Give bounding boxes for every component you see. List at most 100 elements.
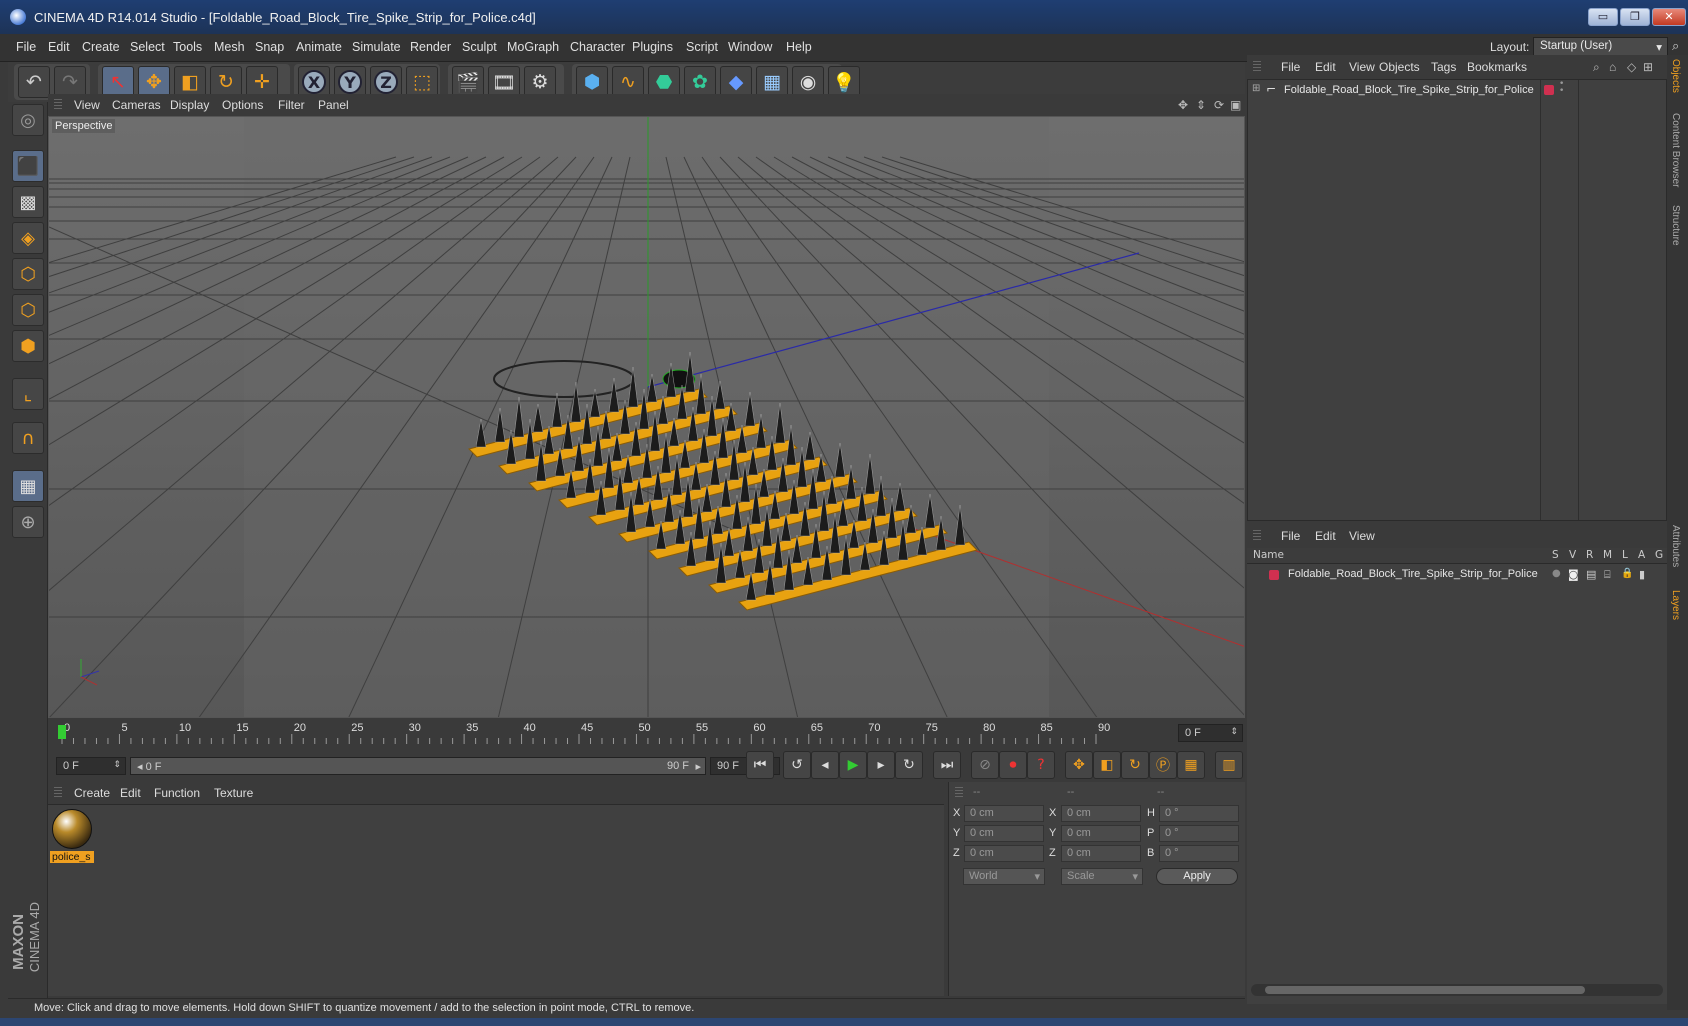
key-scale-icon[interactable]: ◧ bbox=[1093, 751, 1121, 779]
rot-p-field[interactable]: 0 ° bbox=[1159, 825, 1239, 842]
menu-window[interactable]: Window bbox=[728, 40, 772, 54]
viewport-menu-options[interactable]: Options bbox=[222, 98, 263, 112]
key-pla-icon[interactable]: ▦ bbox=[1177, 751, 1205, 779]
menu-mograph[interactable]: MoGraph bbox=[507, 40, 559, 54]
key-position-icon[interactable]: ✥ bbox=[1065, 751, 1093, 779]
layers-menu-view[interactable]: View bbox=[1349, 529, 1375, 543]
play-icon[interactable]: ▶ bbox=[839, 751, 867, 779]
viewport-menu-view[interactable]: View bbox=[74, 98, 100, 112]
tweak-mode-icon[interactable]: ∩ bbox=[12, 422, 44, 454]
menu-mesh[interactable]: Mesh bbox=[214, 40, 245, 54]
material-menu-create[interactable]: Create bbox=[74, 786, 110, 800]
rot-b-field[interactable]: 0 ° bbox=[1159, 845, 1239, 862]
workplane-mode-icon[interactable]: ◈ bbox=[12, 222, 44, 254]
viewport-menu-display[interactable]: Display bbox=[170, 98, 209, 112]
next-key-icon[interactable]: ↻ bbox=[895, 751, 923, 779]
back-icon[interactable]: ◇ bbox=[1627, 60, 1636, 74]
menu-create[interactable]: Create bbox=[82, 40, 120, 54]
timeline-ruler[interactable]: 0 5 10 15 20 25 30 35 40 45 50 55 60 65 70 75 80 85 90 0 F… bbox=[48, 722, 1245, 746]
search-icon[interactable]: ⌕ bbox=[1672, 39, 1679, 54]
timeline-window-icon[interactable]: ▥ bbox=[1215, 751, 1243, 779]
menu-select[interactable]: Select bbox=[130, 40, 165, 54]
menu-animate[interactable]: Animate bbox=[296, 40, 342, 54]
menu-snap[interactable]: Snap bbox=[255, 40, 284, 54]
layer-name[interactable]: Foldable_Road_Block_Tire_Spike_Strip_for… bbox=[1288, 568, 1538, 580]
close-button[interactable]: ✕ bbox=[1652, 8, 1686, 26]
horizontal-scrollbar[interactable] bbox=[1251, 984, 1663, 996]
autokey-icon[interactable]: ⏺ bbox=[999, 751, 1027, 779]
playhead[interactable] bbox=[58, 725, 66, 739]
material-police-s[interactable]: police_s bbox=[50, 807, 94, 867]
expand-icon[interactable]: ⊞ bbox=[1252, 83, 1260, 94]
menu-character[interactable]: Character bbox=[570, 40, 625, 54]
pos-z-field[interactable]: 0 cm bbox=[964, 845, 1044, 862]
material-menu-texture[interactable]: Texture bbox=[214, 786, 253, 800]
animation-toggle-icon[interactable]: ▮ bbox=[1639, 568, 1645, 581]
manager-toggle-icon[interactable]: ⌸ bbox=[1604, 568, 1611, 582]
key-rotation-icon[interactable]: ↻ bbox=[1121, 751, 1149, 779]
layer-color-swatch[interactable] bbox=[1544, 85, 1554, 95]
layer-row[interactable]: Foldable_Road_Block_Tire_Spike_Strip_for… bbox=[1247, 566, 1667, 584]
viewport-menu-panel[interactable]: Panel bbox=[318, 98, 349, 112]
previous-key-icon[interactable]: ↺ bbox=[783, 751, 811, 779]
pos-y-field[interactable]: 0 cm bbox=[964, 825, 1044, 842]
object-name[interactable]: Foldable_Road_Block_Tire_Spike_Strip_for… bbox=[1284, 84, 1534, 96]
size-z-field[interactable]: 0 cm bbox=[1061, 845, 1141, 862]
render-toggle-icon[interactable]: ▤ bbox=[1586, 568, 1596, 581]
lock-toggle-icon[interactable]: 🔒 bbox=[1621, 568, 1633, 579]
locked-workplane-icon[interactable]: ⊕ bbox=[12, 506, 44, 538]
material-menu-edit[interactable]: Edit bbox=[120, 786, 141, 800]
objects-menu-bookmarks[interactable]: Bookmarks bbox=[1467, 60, 1527, 74]
scale-mode-select[interactable]: Scale ▾ bbox=[1061, 868, 1143, 885]
view-toggle-icon[interactable]: ◙ bbox=[1568, 568, 1579, 581]
points-mode-icon[interactable]: ⬡ bbox=[12, 258, 44, 290]
minimize-button[interactable]: ▭ bbox=[1588, 8, 1618, 26]
layer-color-swatch[interactable] bbox=[1269, 570, 1279, 580]
polygons-mode-icon[interactable]: ⬢ bbox=[12, 330, 44, 362]
menu-file[interactable]: File bbox=[16, 40, 36, 54]
search-icon[interactable]: ⌕ bbox=[1593, 60, 1600, 75]
objects-menu-tags[interactable]: Tags bbox=[1431, 60, 1456, 74]
edges-mode-icon[interactable]: ⬡ bbox=[12, 294, 44, 326]
size-y-field[interactable]: 0 cm bbox=[1061, 825, 1141, 842]
previous-frame-icon[interactable]: ◂ bbox=[811, 751, 839, 779]
current-frame-field[interactable]: 0 F ⇕ bbox=[1178, 724, 1243, 742]
menu-plugins[interactable]: Plugins bbox=[632, 40, 673, 54]
object-row[interactable]: ⊞ ⌐ Foldable_Road_Block_Tire_Spike_Strip… bbox=[1248, 80, 1668, 100]
menu-script[interactable]: Script bbox=[686, 40, 718, 54]
new-window-icon[interactable]: ⊞ bbox=[1643, 60, 1653, 74]
model-mode-icon[interactable]: ⬛ bbox=[12, 150, 44, 182]
tab-structure[interactable]: Structure bbox=[1670, 205, 1681, 246]
start-frame-field[interactable]: 0 F ⇕ bbox=[56, 757, 126, 775]
make-editable-icon[interactable]: ◎ bbox=[12, 104, 44, 136]
viewport-menu-filter[interactable]: Filter bbox=[278, 98, 305, 112]
rot-h-field[interactable]: 0 ° bbox=[1159, 805, 1239, 822]
viewport-move-icon[interactable]: ✥ bbox=[1178, 98, 1188, 112]
menu-help[interactable]: Help bbox=[786, 40, 812, 54]
3d-viewport[interactable]: Perspective bbox=[48, 116, 1245, 718]
frame-range-slider[interactable]: ◂ 0 F 90 F ▸ bbox=[130, 757, 706, 775]
layout-select[interactable]: Startup (User) ▾ bbox=[1533, 37, 1668, 56]
key-parameter-icon[interactable]: Ⓟ bbox=[1149, 751, 1177, 779]
home-icon[interactable]: ⌂ bbox=[1609, 60, 1616, 74]
layers-menu-edit[interactable]: Edit bbox=[1315, 529, 1336, 543]
objects-menu-objects[interactable]: Objects bbox=[1379, 60, 1420, 74]
menu-sculpt[interactable]: Sculpt bbox=[462, 40, 497, 54]
pos-x-field[interactable]: 0 cm bbox=[964, 805, 1044, 822]
objects-menu-edit[interactable]: Edit bbox=[1315, 60, 1336, 74]
record-keys-icon[interactable]: ⊘ bbox=[971, 751, 999, 779]
keyframe-selection-icon[interactable]: ? bbox=[1027, 751, 1055, 779]
tab-objects[interactable]: Objects bbox=[1670, 59, 1681, 93]
go-to-end-icon[interactable]: ⏭ bbox=[933, 751, 961, 779]
go-to-start-icon[interactable]: ⏮ bbox=[746, 751, 774, 779]
viewport-rotate-icon[interactable]: ⟳ bbox=[1214, 98, 1224, 112]
snap-icon[interactable]: ▦ bbox=[12, 470, 44, 502]
apply-button[interactable]: Apply bbox=[1156, 868, 1238, 885]
undo-icon[interactable]: ↶ bbox=[18, 66, 50, 98]
texture-mode-icon[interactable]: ▩ bbox=[12, 186, 44, 218]
tab-layers[interactable]: Layers bbox=[1670, 590, 1681, 620]
menu-edit[interactable]: Edit bbox=[48, 40, 70, 54]
menu-tools[interactable]: Tools bbox=[173, 40, 202, 54]
tab-content-browser[interactable]: Content Browser bbox=[1670, 113, 1681, 187]
coordinate-mode-select[interactable]: World ▾ bbox=[963, 868, 1045, 885]
